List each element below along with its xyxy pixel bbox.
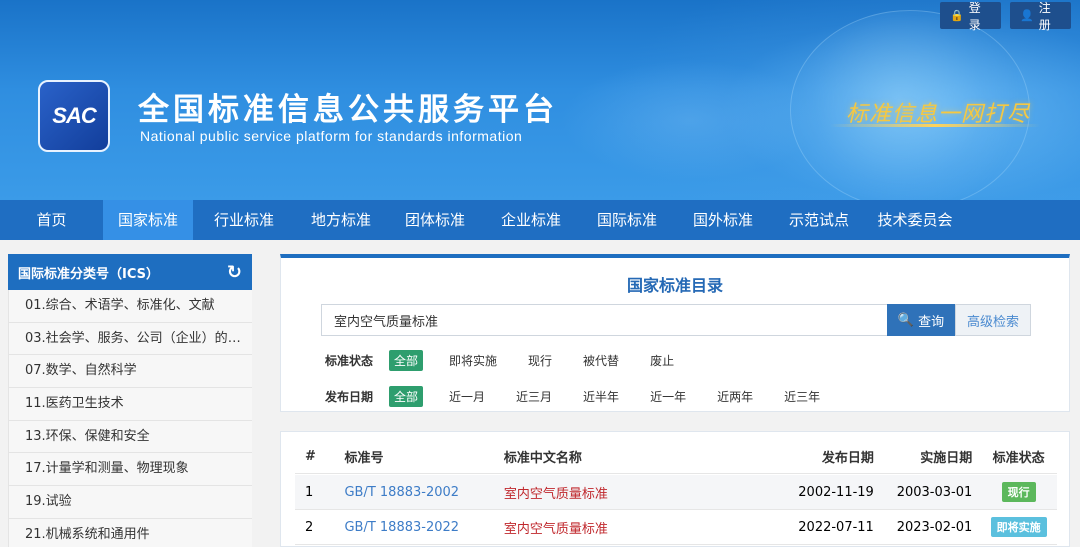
nav-item-foreign-standards[interactable]: 国外标准 [675, 200, 771, 240]
site-banner: SAC 全国标准信息公共服务平台 National public service… [0, 0, 1080, 200]
table-row: 1 GB/T 18883-2002 室内空气质量标准 2002-11-19 20… [295, 475, 1057, 510]
status-chip-all[interactable]: 全部 [389, 350, 424, 371]
date-chip-3y[interactable]: 近三年 [779, 386, 825, 407]
panel-title: 国家标准目录 [626, 276, 723, 295]
login-label: 登录 [968, 0, 981, 32]
date-chip-1m[interactable]: 近一月 [444, 386, 490, 407]
sidebar-item-01[interactable]: 01.综合、术语学、标准化、文献 [8, 290, 252, 323]
slogan-underline [830, 124, 1040, 127]
col-header-name: 标准中文名称 [503, 450, 582, 466]
nav-item-enterprise-standards[interactable]: 企业标准 [483, 200, 579, 240]
nav-item-technical-committees[interactable]: 技术委员会 [867, 200, 963, 240]
date-chip-3m[interactable]: 近三月 [511, 386, 557, 407]
nav-item-national-standards[interactable]: 国家标准 [103, 200, 193, 240]
sidebar-header: 国际标准分类号（ICS） ↻ [8, 254, 252, 290]
sidebar-item-13[interactable]: 13.环保、保健和安全 [8, 420, 252, 454]
status-chip-upcoming[interactable]: 即将实施 [444, 350, 502, 371]
user-icon: 👤 [1020, 9, 1034, 22]
date-chip-1y[interactable]: 近一年 [645, 386, 691, 407]
refresh-icon[interactable]: ↻ [227, 262, 242, 283]
lock-icon: 🔒 [950, 9, 964, 22]
status-filter-label: 标准状态 [325, 354, 374, 368]
nav-item-industry-standards[interactable]: 行业标准 [193, 200, 295, 240]
nav-item-group-standards[interactable]: 团体标准 [387, 200, 483, 240]
sidebar-item-03[interactable]: 03.社会学、服务、公司（企业）的组织和管理 [8, 322, 252, 356]
nav-item-home[interactable]: 首页 [0, 200, 103, 240]
main-nav: 首页 国家标准 行业标准 地方标准 团体标准 企业标准 国际标准 国外标准 示范… [0, 200, 1080, 240]
standard-name-link[interactable]: 室内空气质量标准 [504, 483, 770, 502]
date-chip-all[interactable]: 全部 [389, 386, 424, 407]
col-header-published: 发布日期 [821, 450, 874, 466]
nav-item-international-standards[interactable]: 国际标准 [579, 200, 675, 240]
ics-sidebar: 国际标准分类号（ICS） ↻ 01.综合、术语学、标准化、文献 03.社会学、服… [8, 254, 252, 547]
standard-code-link[interactable]: GB/T 18883-2002 [338, 485, 503, 500]
logo-text: SAC [52, 103, 96, 128]
register-label: 注册 [1038, 0, 1051, 32]
col-header-implemented: 实施日期 [920, 450, 973, 466]
search-button[interactable]: 🔍 查询 [887, 304, 955, 336]
published-date: 2002-11-19 [798, 484, 874, 500]
col-header-index: # [305, 448, 316, 464]
search-panel: 国家标准目录 🔍 查询 高级检索 标准状态 全部 即将实施 现行 被代替 废止 … [280, 254, 1070, 412]
status-chip-replaced[interactable]: 被代替 [578, 350, 624, 371]
sidebar-item-21[interactable]: 21.机械系统和通用件 [8, 518, 252, 547]
implemented-date: 2023-02-01 [896, 519, 973, 535]
status-badge: 现行 [1001, 482, 1036, 502]
date-chip-2y[interactable]: 近两年 [712, 386, 758, 407]
status-chip-abolished[interactable]: 废止 [645, 350, 679, 371]
table-header-row: # 标准号 标准中文名称 发布日期 实施日期 标准状态 [295, 439, 1057, 474]
site-subtitle: National public service platform for sta… [140, 128, 523, 144]
nav-item-pilot-demonstration[interactable]: 示范试点 [771, 200, 867, 240]
implemented-date: 2003-03-01 [896, 484, 973, 500]
table-row: 2 GB/T 18883-2022 室内空气质量标准 2022-07-11 20… [295, 510, 1057, 545]
login-button[interactable]: 🔒 登录 [940, 1, 1001, 32]
sidebar-item-19[interactable]: 19.试验 [8, 486, 252, 519]
search-icon: 🔍 [897, 312, 915, 328]
advanced-search-button[interactable]: 高级检索 [955, 304, 1031, 336]
date-filter-label: 发布日期 [325, 390, 374, 404]
sidebar-item-17[interactable]: 17.计量学和测量、物理现象 [8, 453, 252, 487]
status-chip-current[interactable]: 现行 [523, 350, 557, 371]
status-badge: 即将实施 [990, 517, 1047, 537]
sidebar-title: 国际标准分类号（ICS） [18, 266, 159, 282]
sidebar-item-07[interactable]: 07.数学、自然科学 [8, 355, 252, 389]
published-date: 2022-07-11 [798, 519, 874, 535]
status-filter-row: 标准状态 全部 即将实施 现行 被代替 废止 [325, 350, 700, 371]
standard-code-link[interactable]: GB/T 18883-2022 [338, 520, 503, 535]
sidebar-item-11[interactable]: 11.医药卫生技术 [8, 388, 252, 421]
date-chip-6m[interactable]: 近半年 [578, 386, 624, 407]
sac-logo[interactable]: SAC [38, 80, 110, 152]
col-header-code: 标准号 [344, 450, 384, 466]
search-input[interactable] [321, 304, 889, 336]
banner-world-map [560, 60, 820, 180]
results-table: # 标准号 标准中文名称 发布日期 实施日期 标准状态 1 GB/T 18883… [280, 431, 1070, 547]
col-header-status: 标准状态 [992, 450, 1045, 466]
row-index: 1 [305, 484, 314, 500]
nav-item-local-standards[interactable]: 地方标准 [295, 200, 387, 240]
standard-name-link[interactable]: 室内空气质量标准 [504, 518, 770, 537]
site-title: 全国标准信息公共服务平台 [138, 92, 558, 128]
row-index: 2 [305, 519, 314, 535]
date-filter-row: 发布日期 全部 近一月 近三月 近半年 近一年 近两年 近三年 [325, 386, 846, 407]
register-button[interactable]: 👤 注册 [1010, 1, 1071, 32]
search-button-label: 查询 [918, 314, 945, 330]
